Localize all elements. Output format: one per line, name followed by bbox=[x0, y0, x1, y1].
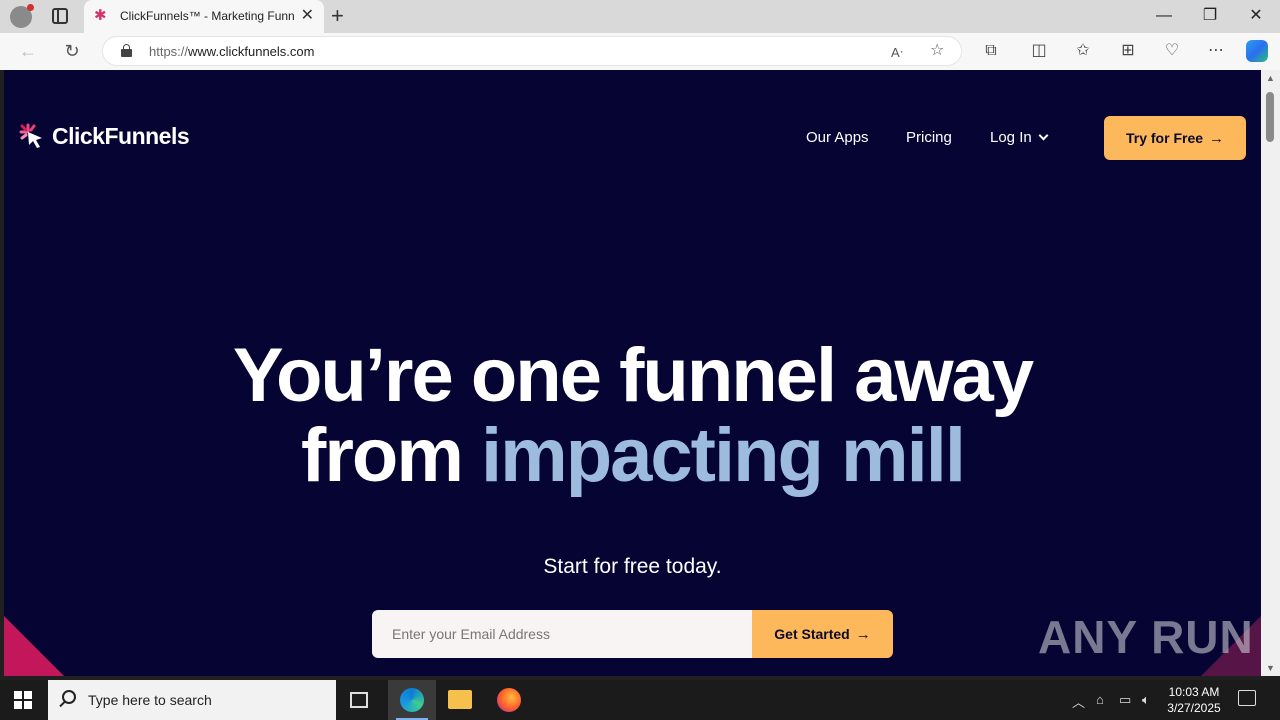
refresh-icon[interactable]: ↻ bbox=[61, 41, 83, 61]
clock-date: 3/27/2025 bbox=[1167, 701, 1221, 715]
try-for-free-button[interactable]: Try for Free → bbox=[1104, 116, 1246, 160]
task-view-icon[interactable] bbox=[350, 692, 368, 708]
hero-headline-accent: impacting mill bbox=[481, 413, 966, 498]
clickfunnels-logo-icon bbox=[19, 123, 42, 148]
hero-subheadline: Start for free today. bbox=[543, 555, 722, 578]
decorative-corner-left bbox=[4, 616, 64, 676]
url-text[interactable]: https://www.clickfunnels.com bbox=[149, 44, 314, 59]
lock-icon[interactable] bbox=[121, 44, 132, 57]
anyrun-watermark: ANY RUN bbox=[1038, 611, 1254, 663]
chevron-down-icon bbox=[1038, 130, 1049, 141]
volume-icon[interactable]: 🔈︎ bbox=[1142, 692, 1150, 708]
minimize-window-icon[interactable]: — bbox=[1154, 6, 1174, 26]
hero-headline-plain: from bbox=[301, 413, 482, 498]
scroll-up-icon[interactable]: ▲ bbox=[1266, 73, 1275, 83]
read-aloud-icon[interactable]: Aᐧ bbox=[891, 44, 903, 62]
scrollbar-thumb[interactable] bbox=[1266, 92, 1274, 142]
arrow-right-icon: → bbox=[855, 625, 871, 643]
address-bar[interactable]: https://www.clickfunnels.com Aᐧ ☆ bbox=[102, 36, 962, 66]
close-window-icon[interactable]: ✕ bbox=[1246, 6, 1266, 26]
windows-start-icon[interactable] bbox=[14, 691, 32, 709]
profile-avatar-icon[interactable] bbox=[10, 4, 34, 28]
taskbar-clock[interactable]: 10:03 AM 3/27/2025 bbox=[1164, 684, 1224, 716]
clickfunnels-favicon-icon: ✱ bbox=[94, 7, 107, 24]
extensions-icon[interactable]: ⧉ bbox=[980, 42, 1002, 60]
network-icon[interactable]: ▭ bbox=[1119, 692, 1131, 708]
arrow-right-icon: → bbox=[1209, 129, 1225, 147]
browser-tab-bar: ✱ ClickFunnels™ - Marketing Funn ✕ + — ❐… bbox=[0, 0, 1280, 33]
copilot-icon[interactable] bbox=[1246, 40, 1268, 62]
scroll-down-icon[interactable]: ▼ bbox=[1266, 663, 1275, 673]
browser-essentials-icon[interactable]: ♡ bbox=[1161, 42, 1183, 60]
tab-actions-icon[interactable] bbox=[52, 8, 68, 24]
favorite-star-icon[interactable]: ☆ bbox=[930, 42, 944, 60]
favorites-icon[interactable]: ✩ bbox=[1072, 42, 1094, 60]
search-icon bbox=[62, 690, 76, 704]
hero-headline-line1: You’re one funnel away bbox=[232, 333, 1034, 418]
browser-tab-active[interactable]: ✱ ClickFunnels™ - Marketing Funn ✕ bbox=[84, 0, 324, 33]
nav-log-in-label: Log In bbox=[990, 129, 1032, 146]
clickfunnels-logo[interactable]: ClickFunnels bbox=[18, 122, 190, 150]
edge-browser-icon[interactable] bbox=[400, 688, 424, 712]
logo-text: ClickFunnels bbox=[52, 122, 190, 149]
page-scrollbar[interactable]: ▲ ▼ bbox=[1261, 70, 1280, 676]
collections-icon[interactable]: ⊞ bbox=[1117, 42, 1139, 60]
notification-icon[interactable] bbox=[1238, 690, 1256, 706]
tab-title: ClickFunnels™ - Marketing Funn bbox=[120, 9, 295, 23]
nav-our-apps[interactable]: Our Apps bbox=[806, 129, 869, 146]
back-arrow-icon[interactable]: ← bbox=[17, 41, 39, 61]
nav-pricing[interactable]: Pricing bbox=[906, 129, 952, 146]
taskbar-search-box[interactable]: Type here to search bbox=[48, 680, 336, 720]
windows-taskbar: Type here to search ︿ ⌂ ▭ 🔈︎ 10:03 AM 3/… bbox=[0, 680, 1280, 720]
get-started-button[interactable]: Get Started → bbox=[752, 610, 893, 658]
file-explorer-icon[interactable] bbox=[448, 690, 472, 709]
network-device-icon[interactable]: ⌂ bbox=[1096, 692, 1104, 707]
new-tab-icon[interactable]: + bbox=[331, 4, 344, 28]
hero-headline-line2: from impacting mill bbox=[4, 416, 1261, 496]
get-started-label: Get Started bbox=[774, 626, 850, 642]
browser-toolbar: ← ↻ https://www.clickfunnels.com Aᐧ ☆ ⧉ … bbox=[0, 33, 1280, 70]
firefox-icon[interactable] bbox=[497, 688, 521, 712]
taskbar-search-placeholder: Type here to search bbox=[88, 692, 212, 708]
settings-more-icon[interactable]: ⋯ bbox=[1205, 42, 1227, 60]
show-hidden-icons-chevron-icon[interactable]: ︿ bbox=[1072, 692, 1085, 711]
clock-time: 10:03 AM bbox=[1168, 685, 1220, 699]
try-for-free-label: Try for Free bbox=[1125, 130, 1204, 146]
close-tab-icon[interactable]: ✕ bbox=[301, 7, 314, 25]
webpage: ClickFunnels Our Apps Pricing Log In Try… bbox=[4, 70, 1261, 676]
restore-window-icon[interactable]: ❐ bbox=[1200, 6, 1220, 26]
email-input[interactable] bbox=[372, 610, 752, 658]
split-screen-icon[interactable]: ◫ bbox=[1028, 42, 1050, 60]
nav-log-in[interactable]: Log In bbox=[990, 129, 1049, 146]
